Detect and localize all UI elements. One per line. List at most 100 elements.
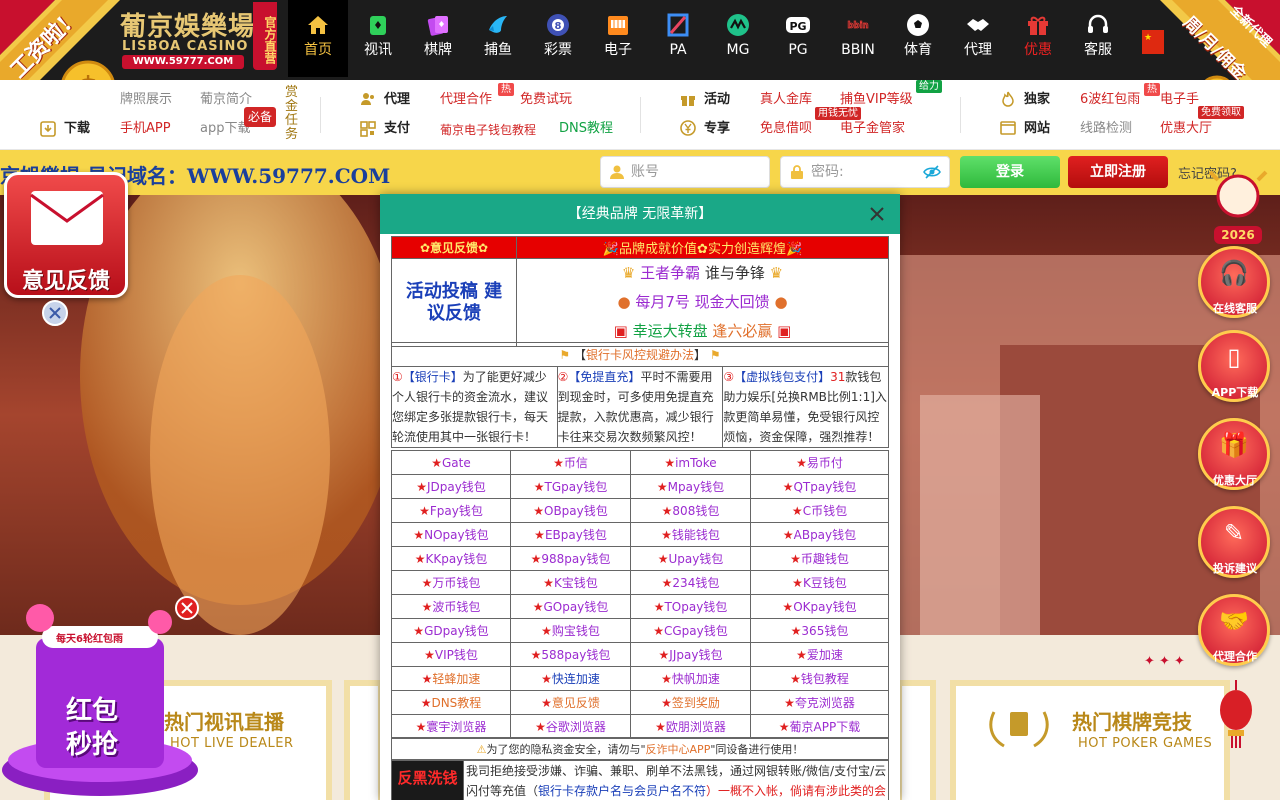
wallet-tutorial-link[interactable]: 葡京电子钱包教程 (440, 122, 536, 138)
wallet-link[interactable]: ★万币钱包 (391, 570, 511, 595)
monthly-cashback-promo[interactable]: ● 每月7号 现金大回馈 ● (518, 288, 888, 317)
wallet-link[interactable]: ★JJpay钱包 (630, 642, 751, 667)
nav-item-9[interactable]: bbin BBIN (828, 0, 888, 77)
wallet-link[interactable]: ★GDpay钱包 (391, 618, 511, 643)
sidebar-item-0[interactable]: 🎧 在线客服 (1194, 244, 1276, 326)
name-mismatch-link[interactable]: 银行卡存款户名与会员户名不符 (538, 784, 706, 798)
wallet-link[interactable]: ★JDpay钱包 (391, 474, 511, 499)
wallet-link[interactable]: ★C币钱包 (750, 498, 889, 523)
risk-control-link[interactable]: 银行卡风控规避办法 (586, 348, 694, 362)
wallet-link[interactable]: ★夸克浏览器 (750, 690, 889, 715)
wallet-link[interactable]: ★588pay钱包 (510, 642, 631, 667)
wallet-link[interactable]: ★K宝钱包 (510, 570, 631, 595)
wallet-link[interactable]: ★OKpay钱包 (750, 594, 889, 619)
sole-exclusive-label[interactable]: 独家 (1024, 92, 1050, 108)
wallet-link[interactable]: ★快帆加速 (630, 666, 751, 691)
nav-item-1[interactable]: 视讯 (348, 0, 408, 77)
password-input[interactable]: 密码: (780, 156, 950, 188)
wallet-link[interactable]: ★Mpay钱包 (630, 474, 751, 499)
nav-item-4[interactable]: 8 彩票 (528, 0, 588, 77)
wallet-link[interactable]: ★谷歌浏览器 (510, 714, 631, 739)
nav-item-7[interactable]: MG (708, 0, 768, 77)
wallet-link[interactable]: ★QTpay钱包 (750, 474, 889, 499)
wallet-link[interactable]: ★欧朋浏览器 (630, 714, 751, 739)
wallet-link[interactable]: ★ABpay钱包 (750, 522, 889, 547)
king-battle-promo[interactable]: ♛ 王者争霸 谁与争锋 ♛ (518, 260, 888, 289)
wallet-link[interactable]: ★DNS教程 (391, 690, 511, 715)
wallet-link[interactable]: ★EBpay钱包 (510, 522, 631, 547)
activity-label[interactable]: 活动 (704, 92, 730, 108)
wallet-link[interactable]: ★购宝钱包 (510, 618, 631, 643)
wallet-link[interactable]: ★CGpay钱包 (630, 618, 751, 643)
mobile-app-link[interactable]: 手机APP (120, 121, 171, 137)
nav-item-6[interactable]: PA (648, 0, 708, 77)
wallet-link[interactable]: ★签到奖励 (630, 690, 751, 715)
lisboa-casino-logo[interactable]: 葡京娛樂場 LISBOA CASINO WWW.59777.COM 官方直营 (118, 2, 283, 72)
wallet-link[interactable]: ★TOpay钱包 (630, 594, 751, 619)
login-button[interactable]: 登录 (960, 156, 1060, 188)
wallet-link[interactable]: ★快连加速 (510, 666, 631, 691)
free-trial-link[interactable]: 免费试玩 (520, 92, 572, 108)
sidebar-item-3[interactable]: ✎ 投诉建议 (1194, 504, 1276, 586)
account-input[interactable]: 账号 (600, 156, 770, 188)
nav-item-3[interactable]: 捕鱼 (468, 0, 528, 77)
fishing-vip-link[interactable]: 捕鱼VIP等级 (840, 92, 913, 108)
exclusive-label[interactable]: 专享 (704, 121, 730, 137)
wallet-link[interactable]: ★imToke (630, 450, 751, 475)
wallet-link[interactable]: ★OBpay钱包 (510, 498, 631, 523)
nav-item-5[interactable]: 电子 (588, 0, 648, 77)
nav-item-10[interactable]: 体育 (888, 0, 948, 77)
nav-item-0[interactable]: 首页 (288, 0, 348, 77)
sidebar-item-4[interactable]: 🤝 代理合作 (1194, 592, 1276, 674)
wallet-link[interactable]: ★234钱包 (630, 570, 751, 595)
wallet-link[interactable]: ★钱包教程 (750, 666, 889, 691)
register-button[interactable]: 立即注册 (1068, 156, 1168, 188)
wallet-link[interactable]: ★365钱包 (750, 618, 889, 643)
electronic-gold-manager-link[interactable]: 电子金管家 (840, 121, 905, 137)
wallet-link[interactable]: ★988pay钱包 (510, 546, 631, 571)
hot-poker-games-card[interactable]: 热门棋牌竞技 HOT POKER GAMES (950, 680, 1230, 800)
app-download-link[interactable]: app下载 (200, 121, 250, 137)
nav-item-11[interactable]: 代理 (948, 0, 1008, 77)
red-packet-rain-link[interactable]: 6波红包雨 (1080, 92, 1140, 108)
wallet-link[interactable]: ★GOpay钱包 (510, 594, 631, 619)
wallet-link[interactable]: ★NOpay钱包 (391, 522, 511, 547)
electronic-hand-link[interactable]: 电子手 (1160, 92, 1199, 108)
website-label[interactable]: 网站 (1024, 121, 1050, 137)
nav-item-8[interactable]: PG PG (768, 0, 828, 77)
wallet-link[interactable]: ★808钱包 (630, 498, 751, 523)
eye-toggle-icon[interactable] (923, 164, 941, 180)
wallet-link[interactable]: ★轻蜂加速 (391, 666, 511, 691)
wallet-link[interactable]: ★Fpay钱包 (391, 498, 511, 523)
wallet-link[interactable]: ★寰宇浏览器 (391, 714, 511, 739)
interest-free-loan-link[interactable]: 免息借呗 (760, 121, 812, 137)
line-check-link[interactable]: 线路检测 (1080, 121, 1132, 137)
wallet-link[interactable]: ★VIP钱包 (391, 642, 511, 667)
anti-fraud-app-link[interactable]: 反诈中心APP (646, 743, 711, 756)
dns-tutorial-link[interactable]: DNS教程 (559, 121, 613, 137)
close-feedback-icon[interactable] (42, 300, 68, 326)
nav-item-12[interactable]: 优惠 (1008, 0, 1068, 77)
sidebar-item-1[interactable]: ▯ APP下载 (1194, 328, 1276, 410)
wallet-link[interactable]: ★钱能钱包 (630, 522, 751, 547)
wallet-link[interactable]: ★币信 (510, 450, 631, 475)
nav-item-2[interactable]: 棋牌 (408, 0, 468, 77)
wallet-link[interactable]: ★波币钱包 (391, 594, 511, 619)
wallet-link[interactable]: ★K豆钱包 (750, 570, 889, 595)
lisboa-intro-link[interactable]: 葡京简介 (200, 92, 252, 108)
agent-cooperation-link[interactable]: 代理合作 (440, 92, 492, 108)
sidebar-item-2[interactable]: 🎁 优惠大厅 (1194, 416, 1276, 498)
activity-submission-cell[interactable]: 活动投稿 建议反馈 (391, 258, 517, 347)
wallet-link[interactable]: ★TGpay钱包 (510, 474, 631, 499)
close-modal-icon[interactable] (868, 205, 886, 223)
wallet-link[interactable]: ★意见反馈 (510, 690, 631, 715)
payment-label[interactable]: 支付 (384, 121, 410, 137)
feedback-widget[interactable]: 意见反馈 (4, 172, 128, 298)
wallet-link[interactable]: ★爱加速 (750, 642, 889, 667)
agent-label[interactable]: 代理 (384, 92, 410, 108)
bounty-task-link[interactable]: 赏金任务 (285, 86, 299, 142)
close-red-packet-icon[interactable] (175, 596, 199, 620)
wallet-link[interactable]: ★币趣钱包 (750, 546, 889, 571)
download-label[interactable]: 下载 (64, 121, 90, 137)
promo-hall-link[interactable]: 优惠大厅 (1160, 121, 1212, 137)
